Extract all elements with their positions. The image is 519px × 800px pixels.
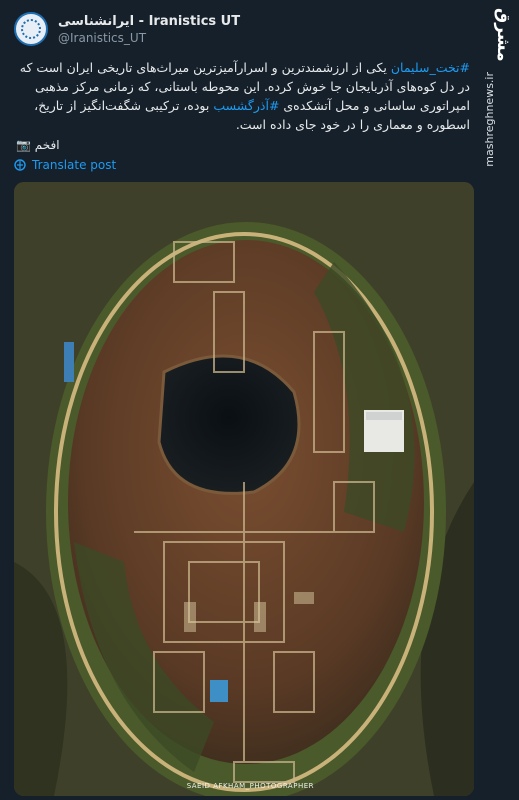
translate-icon (14, 159, 26, 171)
photo-credit: SAEID AFKHAM_PHOTOGRAPHER (186, 782, 314, 790)
mashregh-watermark: مشرق mashreghnews.ir (477, 8, 513, 238)
account-name[interactable]: ایرانشناسی - Iranistics UT (58, 14, 240, 29)
photographer-credit: افخم 📷 (16, 138, 60, 152)
account-handle[interactable]: @Iranistics_UT (58, 31, 146, 45)
post-photo[interactable]: SAEID AFKHAM_PHOTOGRAPHER (14, 182, 474, 796)
avatar-emblem-icon (21, 19, 41, 39)
hashtag-azargoshasb[interactable]: #آذرگشسب (213, 98, 279, 113)
mashregh-logo: مشرق (493, 8, 513, 62)
translate-post-link[interactable]: Translate post (14, 158, 116, 172)
aerial-photo-takht-soleyman (14, 182, 474, 796)
translate-label: Translate post (32, 158, 117, 172)
hashtag-takht-soleyman[interactable]: #تخت_سلیمان (391, 60, 470, 75)
post-header: ایرانشناسی - Iranistics UT @Iranistics_U… (14, 12, 434, 48)
mashregh-site-url: mashreghnews.ir (483, 72, 496, 167)
post-text: #تخت_سلیمان یکی از ارزشمندترین و اسرارآم… (16, 58, 470, 134)
account-avatar[interactable] (14, 12, 48, 46)
